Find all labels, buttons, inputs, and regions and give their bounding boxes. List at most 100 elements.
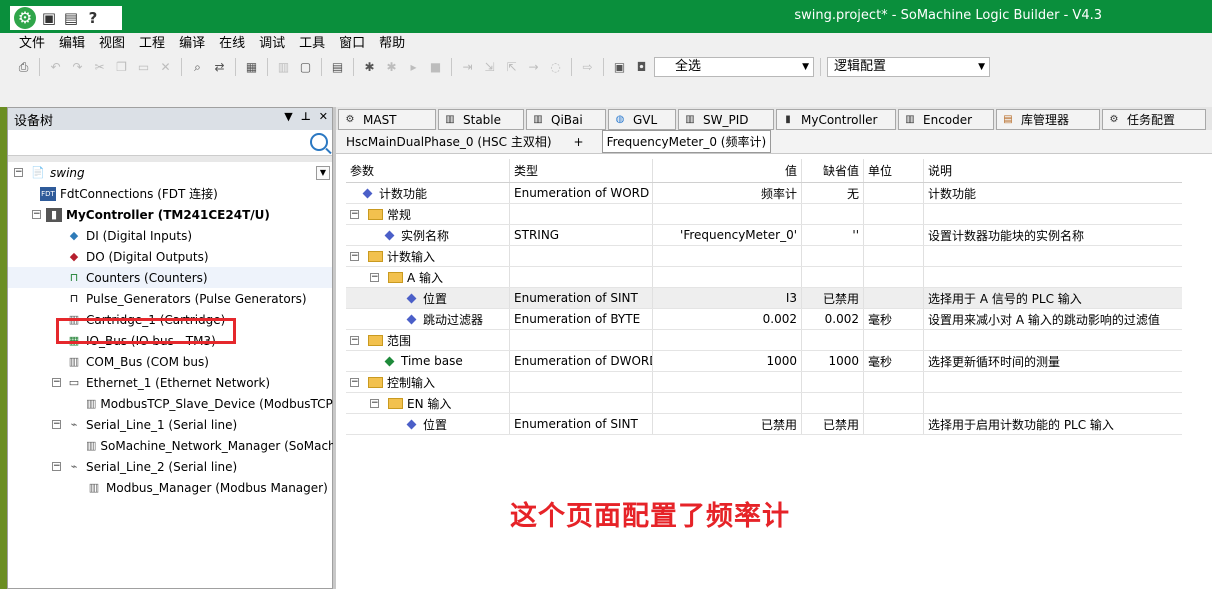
collapse-icon[interactable]: − [370,273,379,282]
table-row[interactable]: − 计数输入 [346,246,1182,267]
collapse-icon[interactable]: − [350,210,359,219]
table-row[interactable]: − 范围 [346,330,1182,351]
tab-mast[interactable]: ⚙ MAST [338,109,436,130]
redo-icon[interactable]: ↷ [68,58,87,77]
tree-node-com-bus[interactable]: ▥ COM_Bus (COM bus) [66,351,332,372]
tab-qibai[interactable]: ▥ QiBai [526,109,606,130]
view-mode-combo[interactable]: 逻辑配置 ▼ [827,57,990,77]
cut-icon[interactable]: ✂ [90,58,109,77]
undo-icon[interactable]: ↶ [46,58,65,77]
select-scope-combo[interactable]: 全选 ▼ [654,57,814,77]
tab-library-manager[interactable]: ▤ 库管理器 [996,109,1100,130]
tree-node-ethernet[interactable]: − ▭ Ethernet_1 (Ethernet Network) [52,372,332,393]
tree-node-serial-2[interactable]: − ⌁ Serial_Line_2 (Serial line) [52,456,332,477]
table-row[interactable]: − A 输入 [346,267,1182,288]
col-header-value[interactable]: 值 [653,159,802,182]
menu-tools[interactable]: 工具 [292,34,332,54]
tree-node-controller[interactable]: − ▮ MyController (TM241CE24T/U) [32,204,332,225]
bookmark-icon[interactable]: ▦ [242,58,261,77]
breakpoint-icon[interactable]: ◌ [546,58,565,77]
menu-build[interactable]: 编译 [172,34,212,54]
pin-icon[interactable]: ⊥ [301,110,311,123]
print-icon[interactable]: ⎙ [14,58,33,77]
collapse-icon[interactable]: − [350,336,359,345]
menu-window[interactable]: 窗口 [332,34,372,54]
panel-menu-icon[interactable]: ▼ [284,110,292,123]
replace-icon[interactable]: ⇄ [210,58,229,77]
tab-hsc-main-dual-phase[interactable]: HscMainDualPhase_0 (HSC 主双相) [342,131,556,152]
param-value[interactable]: I3 [653,288,802,308]
start-icon[interactable]: ▸ [404,58,423,77]
param-value[interactable]: 'FrequencyMeter_0' [653,225,802,245]
menu-help[interactable]: 帮助 [372,34,412,54]
tree-node-di[interactable]: ◆ DI (Digital Inputs) [66,225,332,246]
menu-edit[interactable]: 编辑 [52,34,92,54]
table-row[interactable]: 实例名称 STRING 'FrequencyMeter_0' '' 设置计数器功… [346,225,1182,246]
monitor-icon[interactable]: ▣ [610,58,629,77]
table-row[interactable]: 位置 Enumeration of SINT I3 已禁用 选择用于 A 信号的… [346,288,1182,309]
tree-node-project[interactable]: − 📄 swing [14,162,332,183]
tree-node-do[interactable]: ◆ DO (Digital Outputs) [66,246,332,267]
param-value[interactable]: 1000 [653,351,802,371]
collapse-icon[interactable]: − [52,378,61,387]
write-values-icon[interactable]: ⇨ [578,58,597,77]
col-header-desc[interactable]: 说明 [924,159,1182,182]
build-icon[interactable]: ▤ [328,58,347,77]
menu-online[interactable]: 在线 [212,34,252,54]
close-icon[interactable]: ✕ [319,110,328,123]
device-scan-icon[interactable]: ◘ [632,58,651,77]
run-to-cursor-icon[interactable]: → [524,58,543,77]
collapse-icon[interactable]: − [14,168,23,177]
collapse-icon[interactable]: − [350,252,359,261]
stop-icon[interactable]: ■ [426,58,445,77]
tab-frequency-meter[interactable]: FrequencyMeter_0 (频率计) [601,130,772,153]
add-counter-button[interactable]: + [570,133,588,151]
table-row[interactable]: − 控制输入 [346,372,1182,393]
collapse-icon[interactable]: − [370,399,379,408]
tree-node-modbus-manager[interactable]: ▥ Modbus_Manager (Modbus Manager) [86,477,332,498]
col-header-default[interactable]: 缺省值 [802,159,864,182]
step-out-icon[interactable]: ⇱ [502,58,521,77]
tree-node-fdt[interactable]: FDT FdtConnections (FDT 连接) [40,183,332,204]
menu-project[interactable]: 工程 [132,34,172,54]
table-row[interactable]: 位置 Enumeration of SINT 已禁用 已禁用 选择用于启用计数功… [346,414,1182,435]
col-header-unit[interactable]: 单位 [864,159,924,182]
col-header-param[interactable]: 参数 [346,159,510,182]
somachine-logo-icon[interactable]: ⚙ [14,7,36,29]
collapse-icon[interactable]: − [32,210,41,219]
tree-node-serial-1[interactable]: − ⌁ Serial_Line_1 (Serial line) [52,414,332,435]
tree-node-modbustcp-slave[interactable]: ▥ ModbusTCP_Slave_Device (ModbusTCP Slav… [86,393,369,414]
help-icon[interactable]: ? [84,9,102,27]
table-row[interactable]: 跳动过滤器 Enumeration of BYTE 0.002 0.002 毫秒… [346,309,1182,330]
collapse-icon[interactable]: − [52,462,61,471]
param-value[interactable]: 已禁用 [653,414,802,434]
menu-view[interactable]: 视图 [92,34,132,54]
login-icon[interactable]: ✱ [360,58,379,77]
save-icon[interactable]: ▣ [40,9,58,27]
search-icon[interactable] [310,133,328,151]
param-value[interactable]: 频率计 [653,183,802,203]
copy-icon[interactable]: ❐ [112,58,131,77]
tab-stable[interactable]: ▥ Stable [438,109,524,130]
tab-task-config[interactable]: ⚙ 任务配置 [1102,109,1206,130]
collapse-icon[interactable]: − [350,378,359,387]
grid-icon[interactable]: ▥ [274,58,293,77]
find-icon[interactable]: ⌕ [188,58,207,77]
table-row[interactable]: − 常规 [346,204,1182,225]
tab-sw-pid[interactable]: ▥ SW_PID [678,109,774,130]
new-object-icon[interactable]: ▢ [296,58,315,77]
menu-debug[interactable]: 调试 [252,34,292,54]
table-row[interactable]: 计数功能 Enumeration of WORD 频率计 无 计数功能 [346,183,1182,204]
tree-node-counters[interactable]: ⊓ Counters (Counters) [8,267,332,288]
tab-gvl[interactable]: ◍ GVL [608,109,676,130]
tree-node-network-manager[interactable]: ▥ SoMachine_Network_Manager (SoMachine-N… [86,435,375,456]
logout-icon[interactable]: ✱ [382,58,401,77]
tree-node-pulse-generators[interactable]: ⊓ Pulse_Generators (Pulse Generators) [66,288,332,309]
collapse-icon[interactable]: − [52,420,61,429]
tab-encoder[interactable]: ▥ Encoder [898,109,994,130]
param-value[interactable]: 0.002 [653,309,802,329]
table-row[interactable]: − EN 输入 [346,393,1182,414]
step-into-icon[interactable]: ⇲ [480,58,499,77]
menu-file[interactable]: 文件 [12,34,52,54]
save-all-icon[interactable]: ▤ [62,9,80,27]
